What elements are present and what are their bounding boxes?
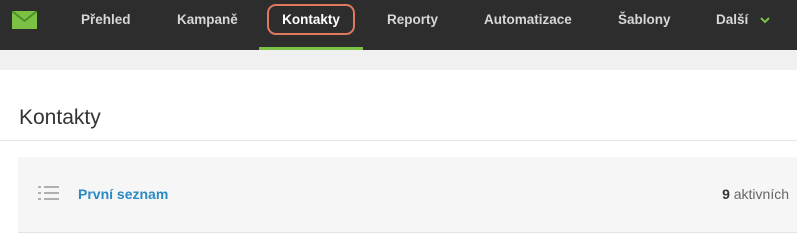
list-name-link[interactable]: První seznam [78,186,168,202]
list-item[interactable]: První seznam 9 aktivních [18,157,797,233]
list-count-label: aktivních [733,186,789,202]
nav-item-kampane[interactable]: Kampaně [177,0,238,50]
main-content: Kontakty První seznam 9 aktivních [0,70,797,244]
nav-item-label: Reporty [387,12,439,27]
nav-item-sablony[interactable]: Šablony [618,0,671,50]
nav-item-automatizace[interactable]: Automatizace [484,0,572,50]
top-navigation-bar: Přehled Kampaně Kontakty Reporty Automat… [0,0,797,50]
nav-item-reporty[interactable]: Reporty [387,0,438,50]
page-title: Kontakty [19,106,101,130]
envelope-logo-icon[interactable] [12,11,37,29]
nav-item-label: Šablony [618,12,671,27]
list-icon [38,186,59,200]
nav-item-dalsi[interactable]: Další [716,0,770,50]
active-tab-underline [259,47,363,50]
nav-item-prehled[interactable]: Přehled [81,0,131,50]
nav-item-label: Další [716,12,749,27]
nav-item-label: Kontakty [282,12,340,27]
list-count-number: 9 [722,186,730,202]
nav-item-kontakty[interactable]: Kontakty [259,0,363,50]
nav-item-label: Kampaně [177,12,238,27]
chevron-down-icon [760,17,770,24]
divider [0,140,797,141]
nav-item-label: Přehled [81,12,131,27]
list-count: 9 aktivních [722,186,789,202]
nav-item-label: Automatizace [484,12,572,27]
